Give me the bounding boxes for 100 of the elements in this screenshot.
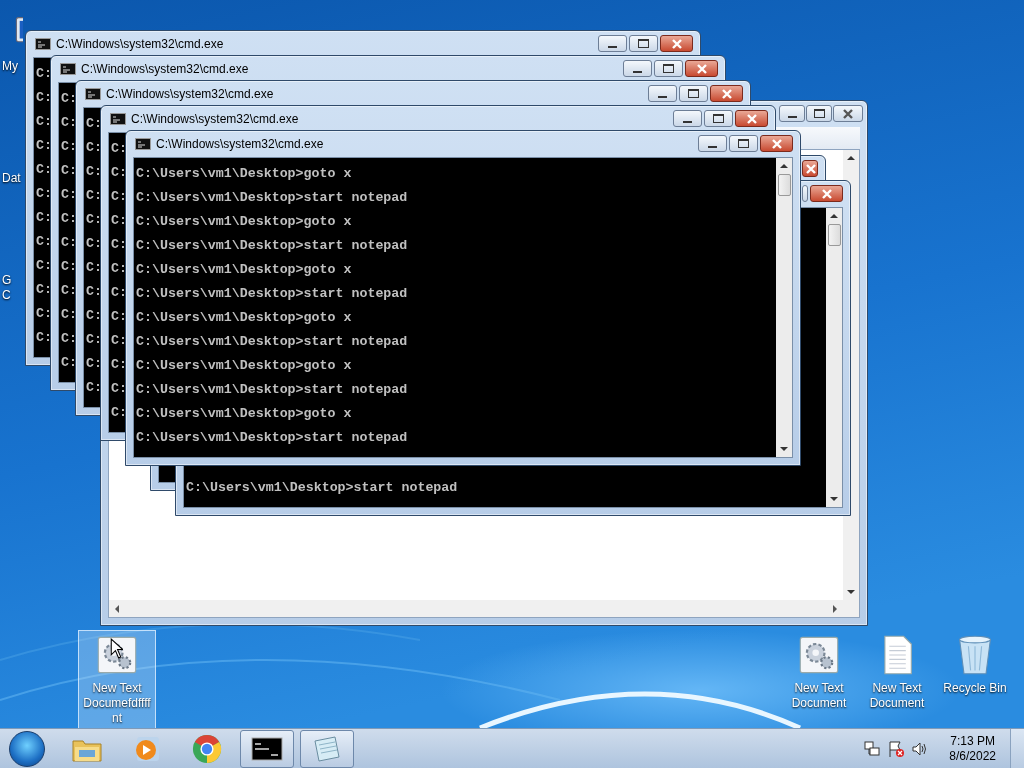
close-button[interactable] [833,105,863,122]
console-line: C:\Users\vm1\Desktop>start notepad [136,237,408,255]
console-line: C: [61,138,77,156]
console-line: C: [61,354,77,372]
console-line: C:\Users\vm1\Desktop>goto x [136,309,352,327]
console-line: C: [36,65,52,83]
window-title: C:\Windows\system32\cmd.exe [56,37,224,51]
maximize-button[interactable] [729,135,758,152]
console-line: C: [111,140,127,158]
close-button[interactable] [685,60,718,77]
console-line: C: [61,306,77,324]
console-line: C: [61,330,77,348]
close-button[interactable] [710,85,743,102]
horizontal-scrollbar[interactable] [109,600,843,617]
minimize-button[interactable] [648,85,677,102]
console-line: C: [61,210,77,228]
close-icon [770,138,783,149]
console-line: C: [86,115,102,133]
console-line: C: [61,186,77,204]
console-line: C: [36,329,52,347]
close-icon [695,63,708,74]
maximize-button[interactable] [629,35,658,52]
console-line: C: [61,114,77,132]
console-icon [85,88,101,100]
console-line: C: [111,188,127,206]
console-line: C: [86,379,102,397]
notepad-icon [311,733,343,764]
console-line: C: [36,137,52,155]
console-line: C: [86,211,102,229]
console-line: C: [36,89,52,107]
console-line: C: [111,260,127,278]
minimize-button[interactable] [698,135,727,152]
browser-icon [191,733,223,764]
console-line: C: [86,187,102,205]
console-line: C: [111,164,127,182]
console-icon [110,113,126,125]
console-line: C: [111,356,127,374]
window-title: C:\Windows\system32\cmd.exe [131,112,299,126]
console-line: C: [36,209,52,227]
console-line: C: [36,161,52,179]
close-button[interactable] [660,35,693,52]
window-title: C:\Windows\system32\cmd.exe [156,137,324,151]
console-line: C: [111,284,127,302]
console-line: C: [86,331,102,349]
minimize-button[interactable] [779,105,805,122]
close-button[interactable] [760,135,793,152]
console-line: C: [61,258,77,276]
close-button[interactable] [810,185,843,202]
close-button[interactable] [802,160,818,177]
console-line: C: [36,305,52,323]
vertical-scrollbar[interactable] [776,158,792,457]
console-icon [35,38,51,50]
console-line: C:\Users\vm1\Desktop>start notepad [136,381,408,399]
window-title: C:\Windows\system32\cmd.exe [81,62,249,76]
minimize-button[interactable] [673,110,702,127]
console-line: C: [61,90,77,108]
console-line: C: [36,281,52,299]
network-icon [863,739,882,758]
console-line: C:\Users\vm1\Desktop>start notepad [136,333,408,351]
close-icon [842,108,854,119]
console-line: C:\Users\vm1\Desktop>goto x [136,165,352,183]
console-line: C: [86,259,102,277]
console-line: C: [61,162,77,180]
close-icon [720,88,733,99]
console-line: C: [36,257,52,275]
console-line: C:\Users\vm1\Desktop>goto x [136,213,352,231]
console-line: C: [86,235,102,253]
desktop-icon[interactable]: New Text Documefdffff nt [78,630,156,728]
maximize-button[interactable] [806,105,832,122]
console-line: C: [86,283,102,301]
console-line: C: [111,212,127,230]
console-line: C: [86,307,102,325]
maximize-button[interactable] [704,110,733,127]
console-icon [60,63,76,75]
close-icon [670,38,683,49]
console-line: C:\Users\vm1\Desktop>goto x [136,357,352,375]
close-button[interactable] [735,110,768,127]
vertical-scrollbar[interactable] [826,208,842,507]
taskbar-button[interactable] [240,729,294,768]
flag-icon [887,739,906,758]
console-line: C: [36,185,52,203]
minimize-button[interactable] [598,35,627,52]
console-line: C: [36,113,52,131]
console-line: C:\Users\vm1\Desktop>goto x [136,261,352,279]
console-line: C: [111,332,127,350]
console-line: C:\Users\vm1\Desktop>start notepad [186,479,458,497]
clock-date: 8/6/2022 [949,748,996,764]
console-line: C: [36,233,52,251]
console-line: C: [111,404,127,422]
close-icon [820,188,833,199]
console-line: C: [111,308,127,326]
close-icon [745,113,758,124]
console-line: C: [86,139,102,157]
minimize-button[interactable] [623,60,652,77]
maximize-button[interactable] [679,85,708,102]
console-line: C: [61,282,77,300]
console-icon [135,138,151,150]
console-line: C:\Users\vm1\Desktop>start notepad [136,189,408,207]
maximize-button[interactable] [654,60,683,77]
console-line: C:\Users\vm1\Desktop>start notepad [136,429,408,447]
